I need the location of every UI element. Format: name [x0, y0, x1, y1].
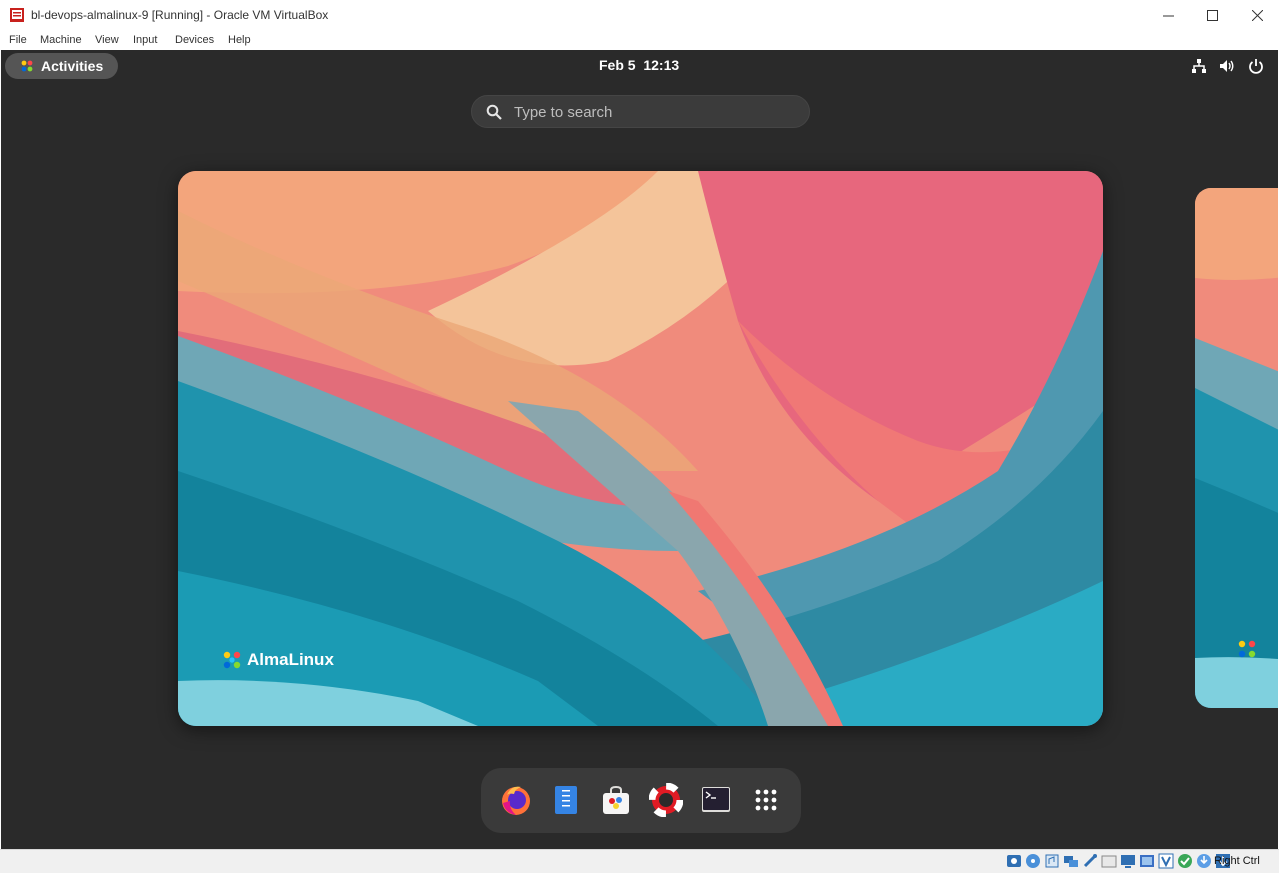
- almalinux-brand: AlmaLinux: [220, 648, 334, 672]
- menu-input[interactable]: Input: [133, 34, 157, 46]
- status-icons: [1006, 853, 1231, 869]
- maximize-button[interactable]: [1189, 0, 1235, 31]
- virtualbox-app-icon[interactable]: [9, 7, 25, 23]
- menu-help[interactable]: Help: [228, 34, 251, 46]
- almalinux-logo-icon: [223, 651, 241, 669]
- search-entry[interactable]: [471, 95, 810, 128]
- menu-file[interactable]: File: [9, 34, 27, 46]
- host-key-label: Right Ctrl: [1214, 855, 1260, 867]
- close-icon: [1251, 10, 1263, 21]
- dash-item-firefox[interactable]: [496, 780, 536, 820]
- search-icon: [486, 104, 502, 120]
- software-icon: [603, 785, 629, 814]
- minimize-button[interactable]: [1145, 0, 1191, 31]
- activities-label: Activities: [41, 58, 104, 74]
- power-icon[interactable]: [1248, 58, 1264, 74]
- app-grid-icon: [755, 789, 777, 811]
- guest-screen: Activities Feb 5 12:13 Type to search Al…: [1, 50, 1278, 849]
- optical-drive-icon[interactable]: [1025, 853, 1041, 869]
- window-title: bl-devops-almalinux-9 [Running] - Oracle…: [31, 8, 329, 22]
- dash-item-help[interactable]: [646, 780, 686, 820]
- usb-icon[interactable]: [1082, 853, 1098, 869]
- almalinux-wallpaper: [178, 171, 1103, 726]
- dash-item-software[interactable]: [596, 780, 636, 820]
- gnome-top-bar: Activities Feb 5 12:13: [1, 50, 1278, 82]
- workspace-thumbnail-2[interactable]: [1195, 188, 1278, 708]
- mouse-integration-icon[interactable]: [1196, 853, 1212, 869]
- dash-item-text-editor[interactable]: [546, 780, 586, 820]
- virtualization-icon[interactable]: [1177, 853, 1193, 869]
- network-icon[interactable]: [1191, 58, 1207, 74]
- maximize-icon: [1206, 10, 1218, 21]
- vbox-menubar: File Machine View Input Devices Help: [0, 31, 1279, 50]
- menu-view[interactable]: View: [95, 34, 119, 46]
- vbox-status-bar: Right Ctrl: [0, 849, 1279, 873]
- menu-machine[interactable]: Machine: [40, 34, 82, 46]
- dash: [481, 768, 801, 833]
- hard-disk-icon[interactable]: [1006, 853, 1022, 869]
- dash-item-show-applications[interactable]: [746, 780, 786, 820]
- workspace-thumbnail[interactable]: AlmaLinux: [178, 171, 1103, 726]
- firefox-icon: [502, 786, 530, 815]
- shared-folders-icon[interactable]: [1101, 853, 1117, 869]
- terminal-icon: [702, 787, 730, 812]
- clock[interactable]: Feb 5 12:13: [599, 57, 679, 73]
- search-input[interactable]: [512, 100, 797, 124]
- brand-text: AlmaLinux: [247, 650, 334, 669]
- close-button[interactable]: [1234, 0, 1279, 31]
- almalinux-logo-icon: [21, 60, 33, 72]
- minimize-icon: [1162, 15, 1174, 17]
- vbox-titlebar: bl-devops-almalinux-9 [Running] - Oracle…: [0, 0, 1279, 31]
- recording-icon[interactable]: [1158, 853, 1174, 869]
- menu-devices[interactable]: Devices: [175, 34, 214, 46]
- audio-icon[interactable]: [1044, 853, 1060, 869]
- display-icon[interactable]: [1120, 853, 1136, 869]
- video-capture-icon[interactable]: [1139, 853, 1155, 869]
- text-editor-icon: [555, 786, 577, 814]
- volume-icon[interactable]: [1219, 58, 1235, 74]
- help-icon: [649, 783, 683, 817]
- activities-button[interactable]: Activities: [5, 53, 118, 79]
- dash-item-terminal[interactable]: [696, 780, 736, 820]
- network-adapter-icon[interactable]: [1063, 853, 1079, 869]
- almalinux-logo-icon: [1238, 640, 1256, 658]
- almalinux-wallpaper: [1195, 188, 1278, 708]
